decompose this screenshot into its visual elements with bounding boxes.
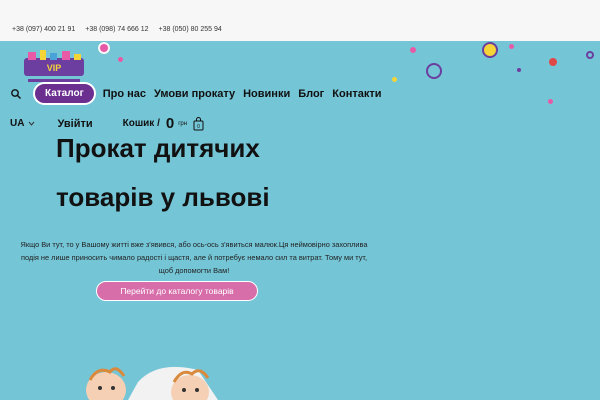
decor-bubble <box>392 77 397 82</box>
decor-bubble <box>482 42 498 58</box>
menu-item-blog[interactable]: Блог <box>298 88 324 100</box>
menu-item-contacts[interactable]: Контакти <box>332 88 381 100</box>
decor-bubble <box>548 99 553 104</box>
cart-label[interactable]: Кошик / <box>123 118 160 129</box>
go-to-catalog-button[interactable]: Перейти до каталогу товарів <box>96 281 258 301</box>
login-link[interactable]: Увійти <box>57 118 92 130</box>
phone-list: +38 (097) 400 21 91 +38 (098) 74 666 12 … <box>12 26 222 33</box>
top-bar: +38 (097) 400 21 91 +38 (098) 74 666 12 … <box>0 0 600 41</box>
decor-bubble <box>586 51 594 59</box>
menu-item-rental-terms[interactable]: Умови прокату <box>154 88 235 100</box>
menu-item-about[interactable]: Про нас <box>103 88 146 100</box>
language-label: UA <box>10 118 25 129</box>
language-selector[interactable]: UA <box>10 118 35 129</box>
phone-link-1[interactable]: +38 (097) 400 21 91 <box>12 26 75 33</box>
decor-bubble <box>517 68 521 72</box>
cart-total: 0 <box>165 115 175 132</box>
hero-title-line-2: товарів у львові <box>56 182 270 212</box>
main-nav: Каталог Про нас Умови прокату Новинки Бл… <box>10 82 382 105</box>
decor-bubble <box>426 63 442 79</box>
catalog-button[interactable]: Каталог <box>33 82 96 105</box>
decor-bubble <box>98 42 110 54</box>
cart-count: 0 <box>197 124 200 130</box>
babies-illustration <box>86 366 218 400</box>
cart-bag-icon[interactable]: 0 <box>193 116 204 131</box>
decor-bubble <box>509 44 514 49</box>
phone-link-2[interactable]: +38 (098) 74 666 12 <box>85 26 148 33</box>
hero-title-line-1: Прокат дитячих <box>56 133 260 163</box>
menu-item-new[interactable]: Новинки <box>243 88 290 100</box>
menu: Про нас Умови прокату Новинки Блог Конта… <box>103 88 382 100</box>
phone-link-3[interactable]: +38 (050) 80 255 94 <box>159 26 222 33</box>
svg-text:VIP: VIP <box>47 63 62 73</box>
hero-description: Якщо Ви тут, то у Вашому житті вже з'яви… <box>20 240 368 275</box>
chevron-down-icon <box>29 121 35 126</box>
decor-bubble <box>118 57 123 62</box>
cart-currency: грн <box>178 120 188 127</box>
account-bar: UA Увійти Кошик / 0 грн 0 <box>10 115 204 132</box>
decor-bubble <box>410 47 416 53</box>
decor-bubble <box>549 58 557 66</box>
search-icon[interactable] <box>10 88 22 100</box>
